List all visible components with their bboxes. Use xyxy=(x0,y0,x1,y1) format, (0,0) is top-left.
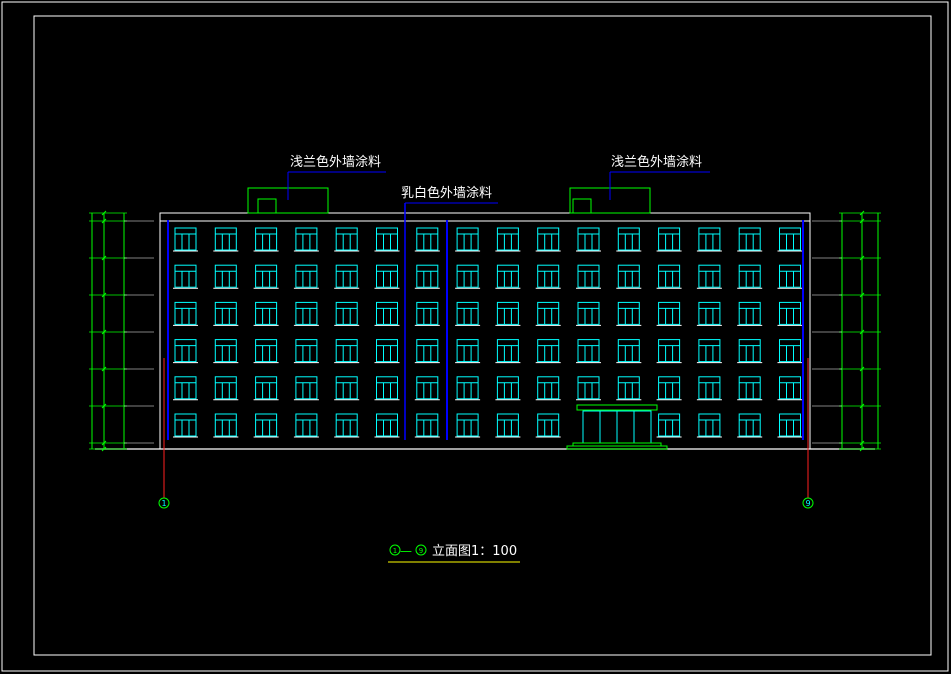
title-dash: — xyxy=(400,544,412,558)
drawing-background xyxy=(0,0,951,674)
axis-label-right: 9 xyxy=(805,499,810,508)
title-axis-to: 9 xyxy=(419,547,423,555)
note-right-wall-coating: 浅兰色外墙涂料 xyxy=(611,154,702,170)
axis-label-left: 1 xyxy=(161,499,166,508)
elevation-drawing: 1 9 浅兰色外墙涂料 浅兰色外墙涂料 乳白色外墙涂料 1 — 9 立面图1：1… xyxy=(0,0,951,674)
title-axis-from: 1 xyxy=(393,547,397,555)
note-center-wall-coating: 乳白色外墙涂料 xyxy=(401,185,492,201)
note-left-wall-coating: 浅兰色外墙涂料 xyxy=(290,154,381,170)
title-text: 立面图1：100 xyxy=(432,544,517,559)
